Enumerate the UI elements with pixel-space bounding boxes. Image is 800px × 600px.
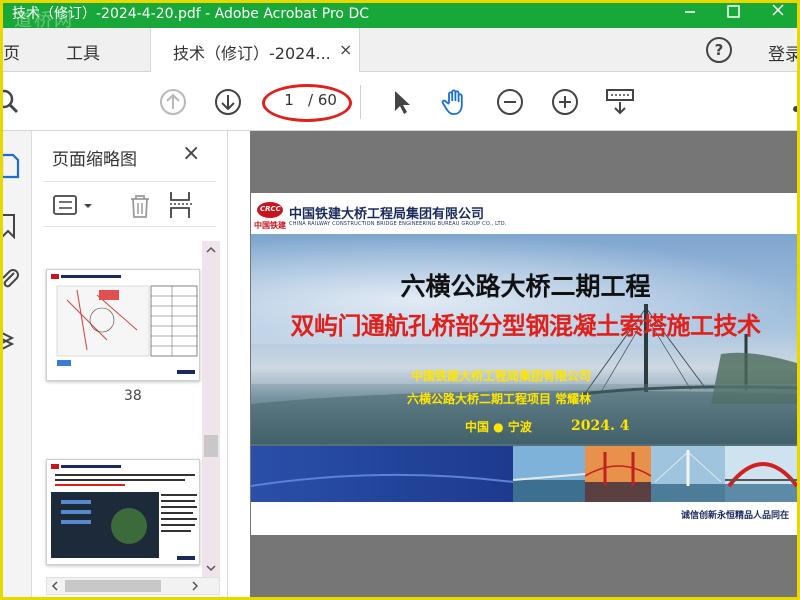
search-icon[interactable] [0, 87, 22, 117]
slogan-left: 诚信创新永恒 [681, 511, 736, 521]
page-thumbnail[interactable] [46, 459, 200, 565]
logo-subtext: 中国铁建 [254, 221, 286, 230]
tab-tools[interactable]: 工具 [66, 39, 100, 64]
login-button[interactable]: 登录 [768, 40, 800, 65]
slide-header: CRCC 中国铁建 中国铁建大桥工程局集团有限公司 CHINA RAILWAY … [251, 193, 800, 233]
bridge-photo-4 [725, 446, 800, 502]
thumbnail-panel: 页面缩略图 × 38 [32, 131, 228, 600]
thumbnail-page-38-content [51, 274, 198, 374]
minimize-button[interactable] [668, 0, 712, 28]
bridge-photo-2 [585, 446, 651, 502]
project-line: 六横公路大桥二期工程项目 常耀林 [407, 392, 592, 406]
page-thumbnail[interactable] [46, 269, 200, 381]
select-cursor-icon[interactable] [387, 87, 417, 117]
tab-document-label: 技术（修订）-2024... [173, 44, 331, 63]
thumbnail-options-icon[interactable] [52, 194, 98, 218]
thumbnail-page-number: 38 [124, 388, 142, 404]
window-title: 技术（修订）-2024-4-20.pdf - Adobe Acrobat Pro… [12, 6, 370, 22]
toolbar: 1 / 60 [0, 73, 800, 131]
more-tools-icon[interactable] [786, 87, 800, 117]
horizontal-scrollbar[interactable] [46, 577, 220, 595]
panel-title: 页面缩略图 [52, 150, 137, 170]
insert-page-icon[interactable] [168, 190, 196, 220]
next-page-icon[interactable] [213, 87, 243, 117]
logo-text: CRCC [260, 205, 281, 213]
pdf-page: CRCC 中国铁建 中国铁建大桥工程局集团有限公司 CHINA RAILWAY … [251, 193, 800, 535]
minimize-icon [685, 11, 695, 13]
tab-bar: 主页 工具 技术（修订）-2024... × ? 登录 [0, 28, 800, 72]
company-logo: CRCC [257, 202, 283, 218]
navigation-rail [0, 131, 32, 600]
scroll-left-icon[interactable] [47, 578, 63, 594]
zoom-out-icon[interactable] [495, 87, 525, 117]
bridge-photo-1 [513, 446, 585, 502]
slogan-right: 精品人品同在 [735, 511, 790, 521]
thumbnail-scrollbar[interactable] [202, 241, 220, 581]
tab-close-icon[interactable]: × [339, 40, 352, 59]
location-line: 中国 ● 宁波 [465, 420, 532, 434]
attachments-icon[interactable] [0, 267, 22, 293]
restore-icon [727, 5, 740, 18]
fit-page-icon[interactable] [605, 87, 635, 117]
close-window-button[interactable] [756, 0, 800, 28]
strip-background [251, 446, 513, 502]
slide-footer: 诚信创新永恒 精品人品同在 [251, 502, 800, 535]
layers-icon[interactable] [0, 327, 22, 353]
page-thumbnails-icon[interactable] [0, 153, 22, 179]
company-name-english: CHINA RAILWAY CONSTRUCTION BRIDGE ENGINE… [289, 221, 507, 227]
bookmarks-icon[interactable] [0, 213, 22, 239]
scroll-thumb[interactable] [204, 435, 218, 457]
photo-strip [251, 446, 800, 502]
panel-toolbar [44, 181, 216, 227]
zoom-in-icon[interactable] [550, 87, 580, 117]
restore-button[interactable] [712, 0, 756, 28]
toolbar-divider [360, 85, 361, 119]
panel-close-icon[interactable]: × [182, 141, 200, 166]
scroll-right-icon[interactable] [187, 578, 203, 594]
help-icon[interactable]: ? [706, 37, 732, 63]
scroll-up-icon[interactable] [202, 241, 220, 259]
title-bar: 道桥网 技术（修订）-2024-4-20.pdf - Adobe Acrobat… [0, 0, 800, 31]
company-name: 中国铁建大桥工程局集团有限公司 [289, 207, 485, 222]
date-line: 2024. 4 [571, 418, 630, 434]
tab-home[interactable]: 主页 [0, 39, 20, 64]
thumbnail-page-39-content [51, 464, 197, 560]
hscroll-thumb[interactable] [65, 580, 161, 592]
tab-document[interactable]: 技术（修订）-2024... × [150, 28, 360, 72]
slide-subtitle: 双屿门通航孔桥部分型钢混凝土索塔施工技术 [290, 312, 762, 340]
slide-title: 六横公路大桥二期工程 [400, 272, 651, 301]
previous-page-icon[interactable] [158, 87, 188, 117]
organization-line: 中国铁建大桥工程局集团有限公司 [411, 369, 592, 383]
close-icon [772, 4, 784, 16]
scroll-down-icon[interactable] [202, 559, 220, 577]
slide-banner: 六横公路大桥二期工程 双屿门通航孔桥部分型钢混凝土索塔施工技术 中国铁建大桥工程… [251, 234, 800, 502]
hand-tool-icon[interactable] [440, 87, 470, 117]
delete-page-icon[interactable] [126, 192, 154, 220]
bridge-photo-3 [651, 446, 725, 502]
highlight-ellipse [262, 84, 352, 122]
